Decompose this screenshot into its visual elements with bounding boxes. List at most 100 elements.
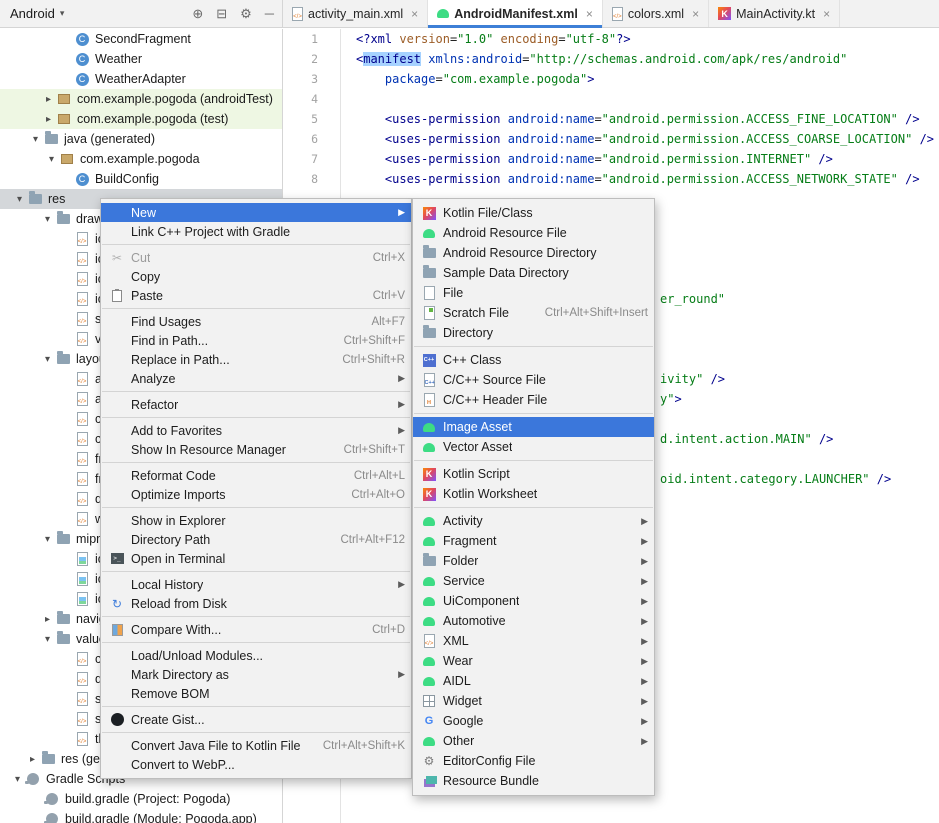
chevron-expanded-icon[interactable]: ▾ [10,774,25,785]
code-line[interactable]: 6 <uses-permission android:name="android… [284,129,939,149]
kotlin-icon: K [421,466,437,482]
menu-item-directory[interactable]: Directory [413,323,654,343]
chevron-expanded-icon[interactable]: ▾ [40,354,55,365]
menu-item-scratch-file[interactable]: Scratch FileCtrl+Alt+Shift+Insert [413,303,654,323]
menu-item-directory-path[interactable]: Directory PathCtrl+Alt+F12 [101,530,411,549]
menu-item-add-to-favorites[interactable]: Add to Favorites▶ [101,421,411,440]
chevron-collapsed-icon[interactable]: ▸ [25,754,40,765]
close-tab-icon[interactable]: × [823,7,830,21]
project-view-selector[interactable]: Android ▾ [10,6,64,21]
close-tab-icon[interactable]: × [692,7,699,21]
tree-item-buildconfig[interactable]: CBuildConfig [0,169,282,189]
chevron-expanded-icon[interactable]: ▾ [40,534,55,545]
menu-item-paste[interactable]: PasteCtrl+V [101,286,411,305]
menu-item-folder[interactable]: Folder▶ [413,551,654,571]
menu-item-google[interactable]: GGoogle▶ [413,711,654,731]
code-line[interactable]: 5 <uses-permission android:name="android… [284,109,939,129]
menu-item-show-in-resource-manager[interactable]: Show In Resource ManagerCtrl+Shift+T [101,440,411,459]
chevron-expanded-icon[interactable]: ▾ [40,634,55,645]
chevron-collapsed-icon[interactable]: ▸ [40,614,55,625]
menu-item-cut[interactable]: ✂CutCtrl+X [101,248,411,267]
menu-item-replace-in-path[interactable]: Replace in Path...Ctrl+Shift+R [101,350,411,369]
menu-item-find-in-path[interactable]: Find in Path...Ctrl+Shift+F [101,331,411,350]
menu-item-create-gist[interactable]: Create Gist... [101,710,411,729]
menu-item-xml[interactable]: </>XML▶ [413,631,654,651]
code-line[interactable]: 3 package="com.example.pogoda"> [284,69,939,89]
menu-item-reformat-code[interactable]: Reformat CodeCtrl+Alt+L [101,466,411,485]
locate-file-icon[interactable]: ⊕ [192,6,203,22]
tree-item-secondfragment[interactable]: CSecondFragment [0,29,282,49]
code-line[interactable]: 4 [284,89,939,109]
chevron-expanded-icon[interactable]: ▾ [40,214,55,225]
collapse-all-icon[interactable]: ⊟ [216,6,227,22]
menu-item-widget[interactable]: Widget▶ [413,691,654,711]
menu-item-kotlin-file-class[interactable]: KKotlin File/Class [413,203,654,223]
tree-item-weather[interactable]: CWeather [0,49,282,69]
tree-item-java-generated[interactable]: ▾java (generated) [0,129,282,149]
menu-item-c-c-header-file[interactable]: HC/C++ Header File [413,390,654,410]
tab-androidmanifest-xml[interactable]: AndroidManifest.xml× [428,0,603,27]
close-tab-icon[interactable]: × [411,7,418,21]
menu-item-automotive[interactable]: Automotive▶ [413,611,654,631]
settings-gear-icon[interactable]: ⚙ [240,6,252,22]
menu-item-android-resource-directory[interactable]: Android Resource Directory [413,243,654,263]
tree-item-com-example-pogoda-androidtest[interactable]: ▸com.example.pogoda (androidTest) [0,89,282,109]
menu-item-fragment[interactable]: Fragment▶ [413,531,654,551]
menu-item-convert-java-file-to-kotlin-file[interactable]: Convert Java File to Kotlin FileCtrl+Alt… [101,736,411,755]
menu-item-convert-to-webp[interactable]: Convert to WebP... [101,755,411,774]
menu-item-link-c-project-with-gradle[interactable]: Link C++ Project with Gradle [101,222,411,241]
menu-item-reload-from-disk[interactable]: ↻Reload from Disk [101,594,411,613]
menu-item-resource-bundle[interactable]: Resource Bundle [413,771,654,791]
menu-item-show-in-explorer[interactable]: Show in Explorer [101,511,411,530]
menu-item-kotlin-worksheet[interactable]: KKotlin Worksheet [413,484,654,504]
chevron-expanded-icon[interactable]: ▾ [28,134,43,145]
tree-item-build-gradle-project-pogoda[interactable]: build.gradle (Project: Pogoda) [0,789,282,809]
menu-item-copy[interactable]: Copy [101,267,411,286]
code-line[interactable]: 2<manifest xmlns:android="http://schemas… [284,49,939,69]
menu-item-find-usages[interactable]: Find UsagesAlt+F7 [101,312,411,331]
menu-item-image-asset[interactable]: Image Asset [413,417,654,437]
tree-item-build-gradle-module-pogoda-app[interactable]: build.gradle (Module: Pogoda.app) [0,809,282,823]
menu-item-refactor[interactable]: Refactor▶ [101,395,411,414]
chevron-collapsed-icon[interactable]: ▸ [41,94,56,105]
xmlfile-icon: </> [421,633,437,649]
menu-item-wear[interactable]: Wear▶ [413,651,654,671]
tree-item-com-example-pogoda[interactable]: ▾com.example.pogoda [0,149,282,169]
code-text: <uses-permission android:name="android.p… [356,112,920,126]
menu-item-other[interactable]: Other▶ [413,731,654,751]
menu-item-android-resource-file[interactable]: Android Resource File [413,223,654,243]
chevron-expanded-icon[interactable]: ▾ [44,154,59,165]
tab-mainactivity-kt[interactable]: KMainActivity.kt× [709,0,840,27]
menu-item-open-in-terminal[interactable]: >_Open in Terminal [101,549,411,568]
menu-item-compare-with[interactable]: Compare With...Ctrl+D [101,620,411,639]
menu-item-activity[interactable]: Activity▶ [413,511,654,531]
menu-item-load-unload-modules[interactable]: Load/Unload Modules... [101,646,411,665]
menu-item-analyze[interactable]: Analyze▶ [101,369,411,388]
menu-item-uicomponent[interactable]: UiComponent▶ [413,591,654,611]
code-line[interactable]: 1<?xml version="1.0" encoding="utf-8"?> [284,29,939,49]
menu-item-mark-directory-as[interactable]: Mark Directory as▶ [101,665,411,684]
menu-item-editorconfig-file[interactable]: ⚙EditorConfig File [413,751,654,771]
menu-item-kotlin-script[interactable]: KKotlin Script [413,464,654,484]
tree-item-com-example-pogoda-test[interactable]: ▸com.example.pogoda (test) [0,109,282,129]
tab-colors-xml[interactable]: </>colors.xml× [603,0,709,27]
menu-item-aidl[interactable]: AIDL▶ [413,671,654,691]
menu-item-local-history[interactable]: Local History▶ [101,575,411,594]
menu-item-c-class[interactable]: C++C++ Class [413,350,654,370]
menu-item-c-c-source-file[interactable]: C++C/C++ Source File [413,370,654,390]
menu-item-new[interactable]: New▶ [101,203,411,222]
menu-item-vector-asset[interactable]: Vector Asset [413,437,654,457]
menu-item-service[interactable]: Service▶ [413,571,654,591]
menu-item-optimize-imports[interactable]: Optimize ImportsCtrl+Alt+O [101,485,411,504]
menu-item-file[interactable]: File [413,283,654,303]
chevron-collapsed-icon[interactable]: ▸ [41,114,56,125]
code-line[interactable]: 8 <uses-permission android:name="android… [284,169,939,189]
chevron-expanded-icon[interactable]: ▾ [12,194,27,205]
code-line[interactable]: 7 <uses-permission android:name="android… [284,149,939,169]
close-tab-icon[interactable]: × [586,7,593,21]
tree-item-weatheradapter[interactable]: CWeatherAdapter [0,69,282,89]
menu-item-sample-data-directory[interactable]: Sample Data Directory [413,263,654,283]
hide-panel-icon[interactable]: ─ [265,6,274,21]
tab-activity-main-xml[interactable]: </>activity_main.xml× [283,0,428,27]
menu-item-remove-bom[interactable]: Remove BOM [101,684,411,703]
